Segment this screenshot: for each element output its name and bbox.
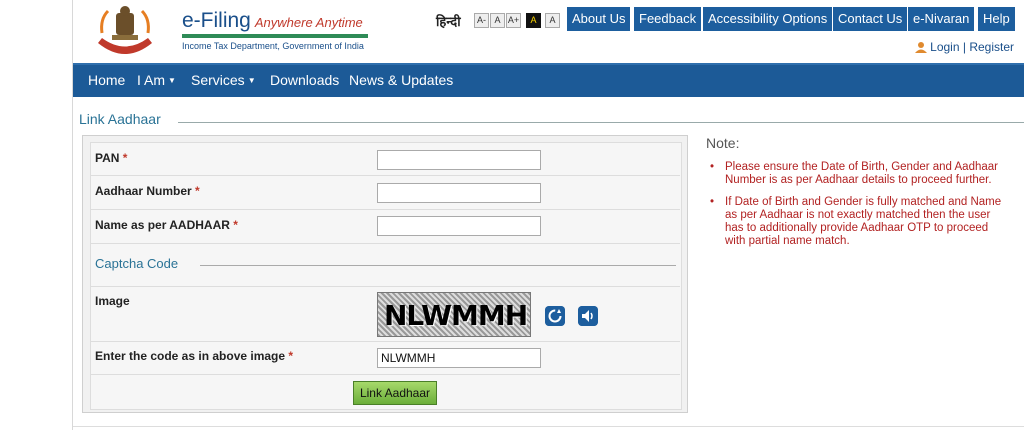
pan-label: PAN * [95,151,128,165]
user-icon [915,42,928,53]
captcha-section-title: Captcha Code [95,256,179,271]
login-link[interactable]: Login [930,40,959,54]
chevron-down-icon: ▼ [247,76,256,85]
note-title: Note: [706,135,740,151]
menu-item-services[interactable]: Services ▼ [191,72,256,88]
title-divider [178,122,1024,123]
hindi-language-link[interactable]: हिन्दी [436,12,461,30]
main-menu-bar: Home I Am ▼ Services ▼ Downloads News & Up… [73,63,1024,97]
name-as-per-aadhaar-label: Name as per AADHAAR * [95,218,238,232]
menu-item-downloads[interactable]: Downloads [270,72,339,88]
aadhaar-number-label: Aadhaar Number * [95,184,200,198]
captcha-image: NLWMMH [377,292,531,337]
menu-item-news-updates[interactable]: News & Updates [349,72,453,88]
top-link-e-nivaran[interactable]: e-Nivaran [908,7,975,31]
pan-input[interactable] [377,150,541,170]
login-register-links: Login | Register [915,40,1014,54]
brand-subtitle: Income Tax Department, Government of Ind… [182,41,364,51]
top-link-contact-us[interactable]: Contact Us [833,7,908,31]
page-title: Link Aadhaar [79,111,161,127]
aadhaar-number-input[interactable] [377,183,541,203]
captcha-code-input[interactable] [377,348,541,368]
name-as-per-aadhaar-input[interactable] [377,216,541,236]
audio-captcha-icon[interactable] [578,306,598,326]
link-aadhaar-button[interactable]: Link Aadhaar [353,381,437,405]
top-link-feedback[interactable]: Feedback [634,7,702,31]
font-size-normal-button[interactable]: A [490,13,505,28]
note-list: Please ensure the Date of Birth, Gender … [706,161,1008,257]
font-size-increase-button[interactable]: A+ [506,13,521,28]
brand-title: e-Filing Anywhere Anytime [182,9,363,32]
top-link-help[interactable]: Help [978,7,1015,31]
bottom-divider [73,426,1024,427]
captcha-section-divider [200,265,676,266]
top-link-about-us[interactable]: About Us [567,7,631,31]
menu-item-i-am[interactable]: I Am ▼ [137,72,176,88]
captcha-code-label: Enter the code as in above image * [95,349,294,363]
register-link[interactable]: Register [969,40,1014,54]
normal-contrast-button[interactable]: A [545,13,560,28]
font-size-decrease-button[interactable]: A- [474,13,489,28]
high-contrast-button[interactable]: A [526,13,541,28]
brand-tagline: Anywhere Anytime [254,15,363,30]
emblem-logo-icon [98,6,152,54]
brand-underline [182,34,368,38]
note-item: Please ensure the Date of Birth, Gender … [706,161,1008,187]
refresh-captcha-icon[interactable] [545,306,565,326]
chevron-down-icon: ▼ [168,76,176,85]
captcha-image-label: Image [95,294,130,308]
top-link-accessibility[interactable]: Accessibility Options [703,7,833,31]
menu-item-home[interactable]: Home [88,72,125,88]
note-item: If Date of Birth and Gender is fully mat… [706,196,1008,248]
